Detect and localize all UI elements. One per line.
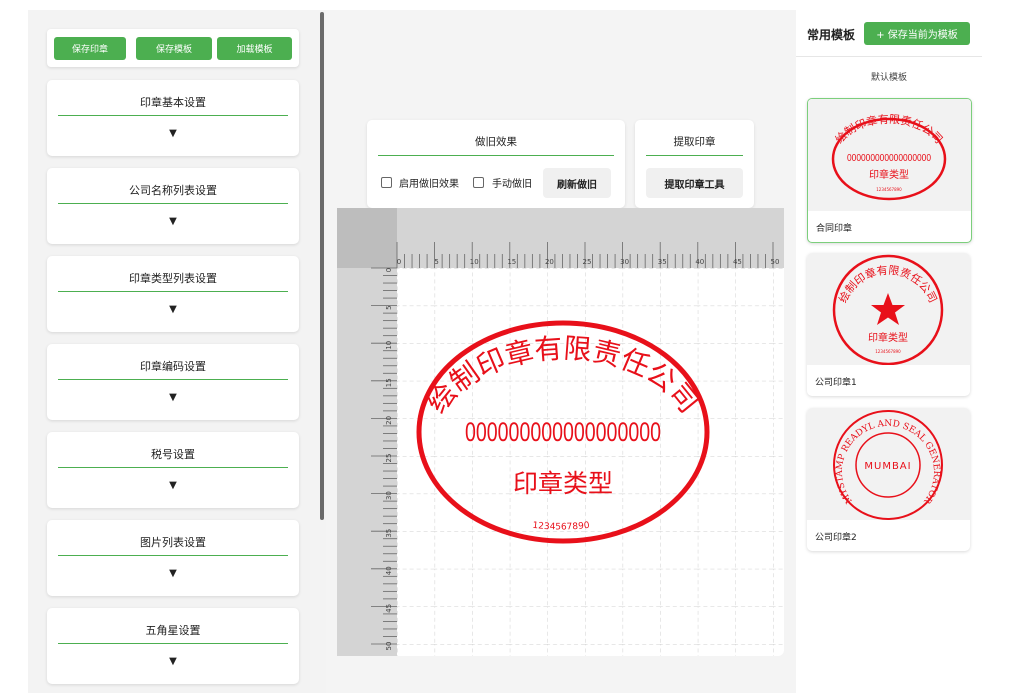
chevron-down-icon[interactable]: ▼ bbox=[47, 656, 299, 667]
ruler-label-top: 10 bbox=[470, 258, 479, 266]
chevron-down-icon[interactable]: ▼ bbox=[47, 480, 299, 491]
svg-text:MUMBAI: MUMBAI bbox=[864, 461, 911, 472]
aging-title: 做旧效果 bbox=[475, 136, 517, 148]
manual-aging-label: 手动做旧 bbox=[492, 179, 532, 190]
section-title: 公司名称列表设置 bbox=[129, 184, 217, 197]
ruler-label-left: 30 bbox=[385, 491, 393, 500]
ruler-label-top: 30 bbox=[620, 258, 629, 266]
section-title: 印章编码设置 bbox=[140, 360, 206, 373]
template-name: 公司印章2 bbox=[815, 533, 857, 543]
ruler-label-left: 25 bbox=[385, 454, 393, 463]
ruler-label-left: 5 bbox=[385, 305, 393, 309]
section-title: 印章类型列表设置 bbox=[129, 272, 217, 285]
chevron-down-icon[interactable]: ▼ bbox=[47, 392, 299, 403]
ruler-label-top: 50 bbox=[771, 258, 780, 266]
stamp-type-text: 印章类型 bbox=[513, 469, 613, 498]
svg-text:1234567890: 1234567890 bbox=[875, 349, 901, 354]
chevron-down-icon[interactable]: ▼ bbox=[47, 568, 299, 579]
ruler-label-left: 40 bbox=[385, 566, 393, 575]
template-name: 公司印章1 bbox=[815, 378, 857, 388]
settings-section-star[interactable]: 五角星设置 ▼ bbox=[47, 608, 299, 684]
divider bbox=[58, 643, 288, 644]
chevron-down-icon[interactable]: ▼ bbox=[47, 304, 299, 315]
extract-tool-button[interactable]: 提取印章工具 bbox=[646, 168, 743, 198]
ruler-label-top: 5 bbox=[434, 258, 438, 266]
svg-text:印章类型: 印章类型 bbox=[869, 168, 909, 181]
settings-section-basic[interactable]: 印章基本设置 ▼ bbox=[47, 80, 299, 156]
ruler-label-left: 50 bbox=[385, 642, 393, 651]
ruler-corner bbox=[337, 208, 397, 268]
ruler-label-top: 40 bbox=[695, 258, 704, 266]
svg-text:绘制印章有限责任公司: 绘制印章有限责任公司 bbox=[832, 112, 945, 146]
ruler-label-top: 25 bbox=[583, 258, 592, 266]
default-templates-label: 默认模板 bbox=[870, 73, 907, 83]
svg-text:印章类型: 印章类型 bbox=[868, 331, 908, 344]
save-template-button[interactable]: 保存模板 bbox=[136, 37, 212, 60]
save-as-template-button[interactable]: + 保存当前为模板 bbox=[864, 22, 970, 45]
ruler-label-left: 15 bbox=[385, 378, 393, 387]
templates-heading: 常用模板 bbox=[807, 28, 856, 42]
divider bbox=[58, 203, 288, 204]
ruler-label-top: 35 bbox=[658, 258, 667, 266]
divider bbox=[58, 467, 288, 468]
stamp-serial-text: 1234567890 bbox=[532, 521, 590, 533]
template-name: 合同印章 bbox=[816, 224, 853, 234]
ruler-label-top: 20 bbox=[545, 258, 554, 266]
template-card-contract[interactable]: 绘制印章有限责任公司 000000000000000000 印章类型 12345… bbox=[807, 98, 972, 243]
ruler-label-top: 45 bbox=[733, 258, 742, 266]
chevron-down-icon[interactable]: ▼ bbox=[47, 216, 299, 227]
ruler-label-left: 0 bbox=[385, 268, 393, 272]
settings-section-type-list[interactable]: 印章类型列表设置 ▼ bbox=[47, 256, 299, 332]
ruler-label-left: 20 bbox=[385, 416, 393, 425]
top-ruler bbox=[337, 208, 784, 268]
divider bbox=[796, 56, 982, 57]
stamp-toolbar: 保存印章 保存模板 加载模板 bbox=[47, 29, 299, 67]
template-thumbnail: 绘制印章有限责任公司 印章类型 1234567890 bbox=[807, 253, 970, 366]
divider bbox=[378, 155, 614, 156]
settings-section-company-list[interactable]: 公司名称列表设置 ▼ bbox=[47, 168, 299, 244]
ruler-label-left: 45 bbox=[385, 604, 393, 613]
ruler-label-left: 10 bbox=[385, 341, 393, 350]
settings-scrollbar[interactable] bbox=[320, 12, 324, 520]
stamp-canvas[interactable]: 0 5 10 15 20 25 30 35 40 45 50 0 5 10 15 20 25 30 35 40 45 50… bbox=[337, 208, 784, 656]
settings-section-images[interactable]: 图片列表设置 ▼ bbox=[47, 520, 299, 596]
settings-section-tax[interactable]: 税号设置 ▼ bbox=[47, 432, 299, 508]
save-stamp-button[interactable]: 保存印章 bbox=[54, 37, 126, 60]
star-icon bbox=[871, 293, 905, 325]
template-thumbnail: 绘制印章有限责任公司 000000000000000000 印章类型 12345… bbox=[808, 99, 971, 211]
divider bbox=[58, 115, 288, 116]
chevron-down-icon[interactable]: ▼ bbox=[47, 128, 299, 139]
svg-text:000000000000000000: 000000000000000000 bbox=[847, 153, 931, 164]
divider bbox=[58, 291, 288, 292]
template-card-company-1[interactable]: 绘制印章有限责任公司 印章类型 1234567890 公司印章1 bbox=[807, 253, 970, 396]
divider bbox=[646, 155, 743, 156]
settings-section-code[interactable]: 印章编码设置 ▼ bbox=[47, 344, 299, 420]
template-card-company-2[interactable]: MYSTAMP READYL AND SEAL GENERATOR MUMBAI… bbox=[807, 408, 970, 551]
load-template-button[interactable]: 加载模板 bbox=[217, 37, 292, 60]
divider bbox=[58, 379, 288, 380]
section-title: 印章基本设置 bbox=[140, 96, 206, 109]
refresh-aging-button[interactable]: 刷新做旧 bbox=[543, 168, 611, 198]
extract-title: 提取印章 bbox=[673, 136, 716, 148]
stamp-code-text: 000000000000000000 bbox=[465, 417, 661, 447]
section-title: 税号设置 bbox=[151, 448, 195, 461]
divider bbox=[58, 555, 288, 556]
section-title: 五角星设置 bbox=[145, 624, 201, 637]
template-thumbnail: MYSTAMP READYL AND SEAL GENERATOR MUMBAI bbox=[807, 408, 970, 520]
ruler-label-left: 35 bbox=[385, 529, 393, 538]
manual-aging-checkbox[interactable] bbox=[473, 177, 484, 188]
enable-aging-label: 启用做旧效果 bbox=[399, 179, 459, 190]
ruler-label-top: 15 bbox=[507, 258, 516, 266]
ruler-label-top: 0 bbox=[397, 258, 401, 266]
section-title: 图片列表设置 bbox=[140, 536, 206, 549]
svg-text:1234567890: 1234567890 bbox=[876, 187, 902, 192]
enable-aging-checkbox[interactable] bbox=[381, 177, 392, 188]
